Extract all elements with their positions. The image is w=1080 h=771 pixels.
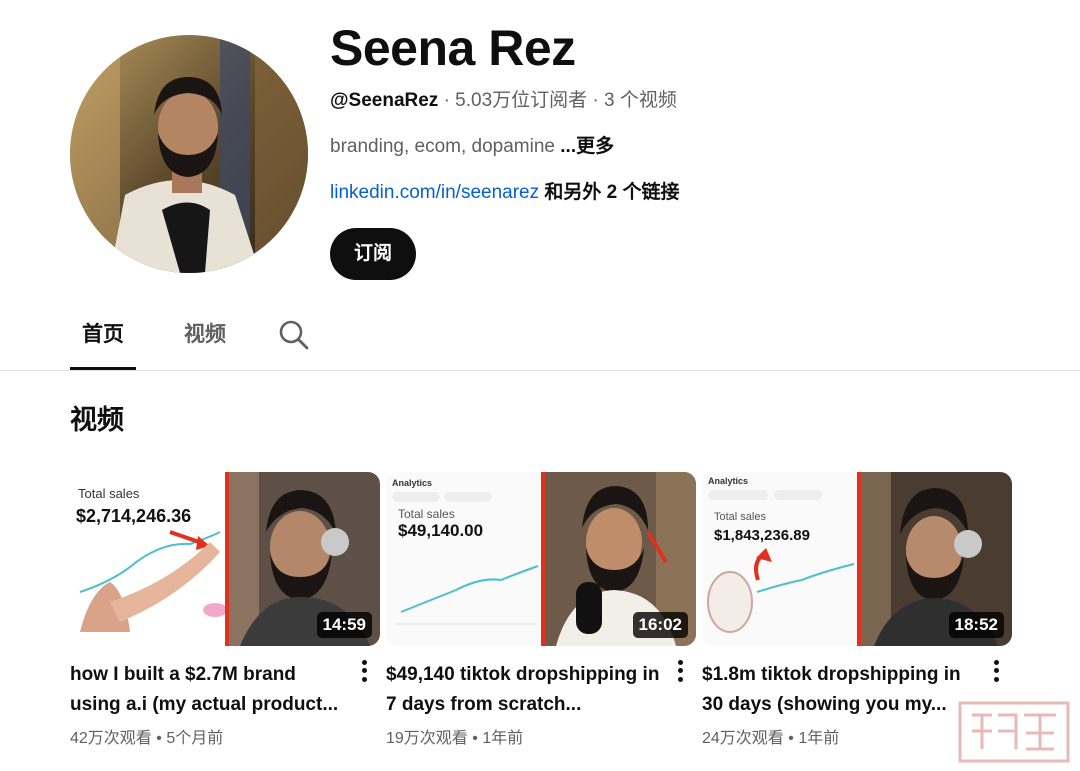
channel-avatar	[70, 35, 308, 273]
video-title[interactable]: how I built a $2.7M brand using a.i (my …	[70, 660, 350, 720]
thumb-value: $1,843,236.89	[714, 527, 810, 544]
video-meta: 19万次观看 • 1年前	[386, 730, 524, 747]
video-views: 19万次观看	[386, 730, 468, 747]
thumb-label: Total sales	[78, 486, 140, 501]
video-duration: 16:02	[632, 612, 688, 638]
thumb-header: Analytics	[392, 478, 432, 488]
thumb-value: $2,714,246.36	[76, 506, 191, 526]
channel-stats: · 5.03万位订阅者 · 3 个视频	[438, 90, 677, 111]
more-vert-icon[interactable]	[986, 658, 1006, 684]
more-vert-icon[interactable]	[670, 658, 690, 684]
thumb-label: Total sales	[714, 511, 766, 523]
video-age: 5个月前	[166, 730, 224, 747]
video-card[interactable]: Total sales $2,714,246.36 14:59 how I bu…	[70, 472, 380, 750]
more-link[interactable]: ...更多	[560, 136, 614, 157]
linkedin-link[interactable]: linkedin.com/in/seenarez	[330, 182, 539, 203]
more-vert-icon[interactable]	[354, 658, 374, 684]
subscribe-button[interactable]: 订阅	[330, 228, 417, 280]
video-age: 1年前	[798, 730, 840, 747]
other-links[interactable]: 和另外 2 个链接	[539, 182, 679, 203]
channel-meta: @SeenaRez · 5.03万位订阅者 · 3 个视频	[330, 88, 1030, 114]
channel-description[interactable]: branding, ecom, dopamine ...更多	[330, 134, 1030, 160]
tab-home[interactable]: 首页	[70, 310, 136, 370]
video-age: 1年前	[482, 730, 524, 747]
video-title[interactable]: $1.8m tiktok dropshipping in 30 days (sh…	[702, 660, 982, 720]
thumb-value: $49,140.00	[398, 521, 483, 540]
video-views: 24万次观看	[702, 730, 784, 747]
section-title: 视频	[70, 405, 124, 435]
thumb-label: Total sales	[398, 507, 455, 521]
channel-links: linkedin.com/in/seenarez 和另外 2 个链接	[330, 180, 1030, 206]
video-duration: 18:52	[948, 612, 1004, 638]
video-thumbnail[interactable]: Analytics Total sales $1,843,236.89 18:5…	[702, 472, 1012, 646]
thumb-header: Analytics	[708, 476, 748, 486]
channel-name: Seena Rez	[330, 20, 576, 76]
video-thumbnail[interactable]: Total sales $2,714,246.36 14:59	[70, 472, 380, 646]
video-thumbnail[interactable]: Analytics Total sales $49,140.00 16:02	[386, 472, 696, 646]
video-duration: 14:59	[316, 612, 372, 638]
video-meta: 42万次观看 • 5个月前	[70, 730, 224, 747]
description-text: branding, ecom, dopamine	[330, 136, 561, 157]
tabs-divider	[0, 370, 1080, 371]
tab-videos[interactable]: 视频	[172, 310, 238, 370]
search-icon[interactable]	[274, 310, 314, 360]
channel-info: Seena Rez @SeenaRez · 5.03万位订阅者 · 3 个视频 …	[330, 20, 1030, 280]
channel-handle: @SeenaRez	[330, 90, 439, 111]
video-views: 42万次观看	[70, 730, 152, 747]
video-card[interactable]: Analytics Total sales $49,140.00 16:02 $…	[386, 472, 696, 750]
video-title[interactable]: $49,140 tiktok dropshipping in 7 days fr…	[386, 660, 666, 720]
watermark-stamp	[958, 701, 1070, 763]
channel-tabs: 首页 视频	[70, 310, 314, 370]
